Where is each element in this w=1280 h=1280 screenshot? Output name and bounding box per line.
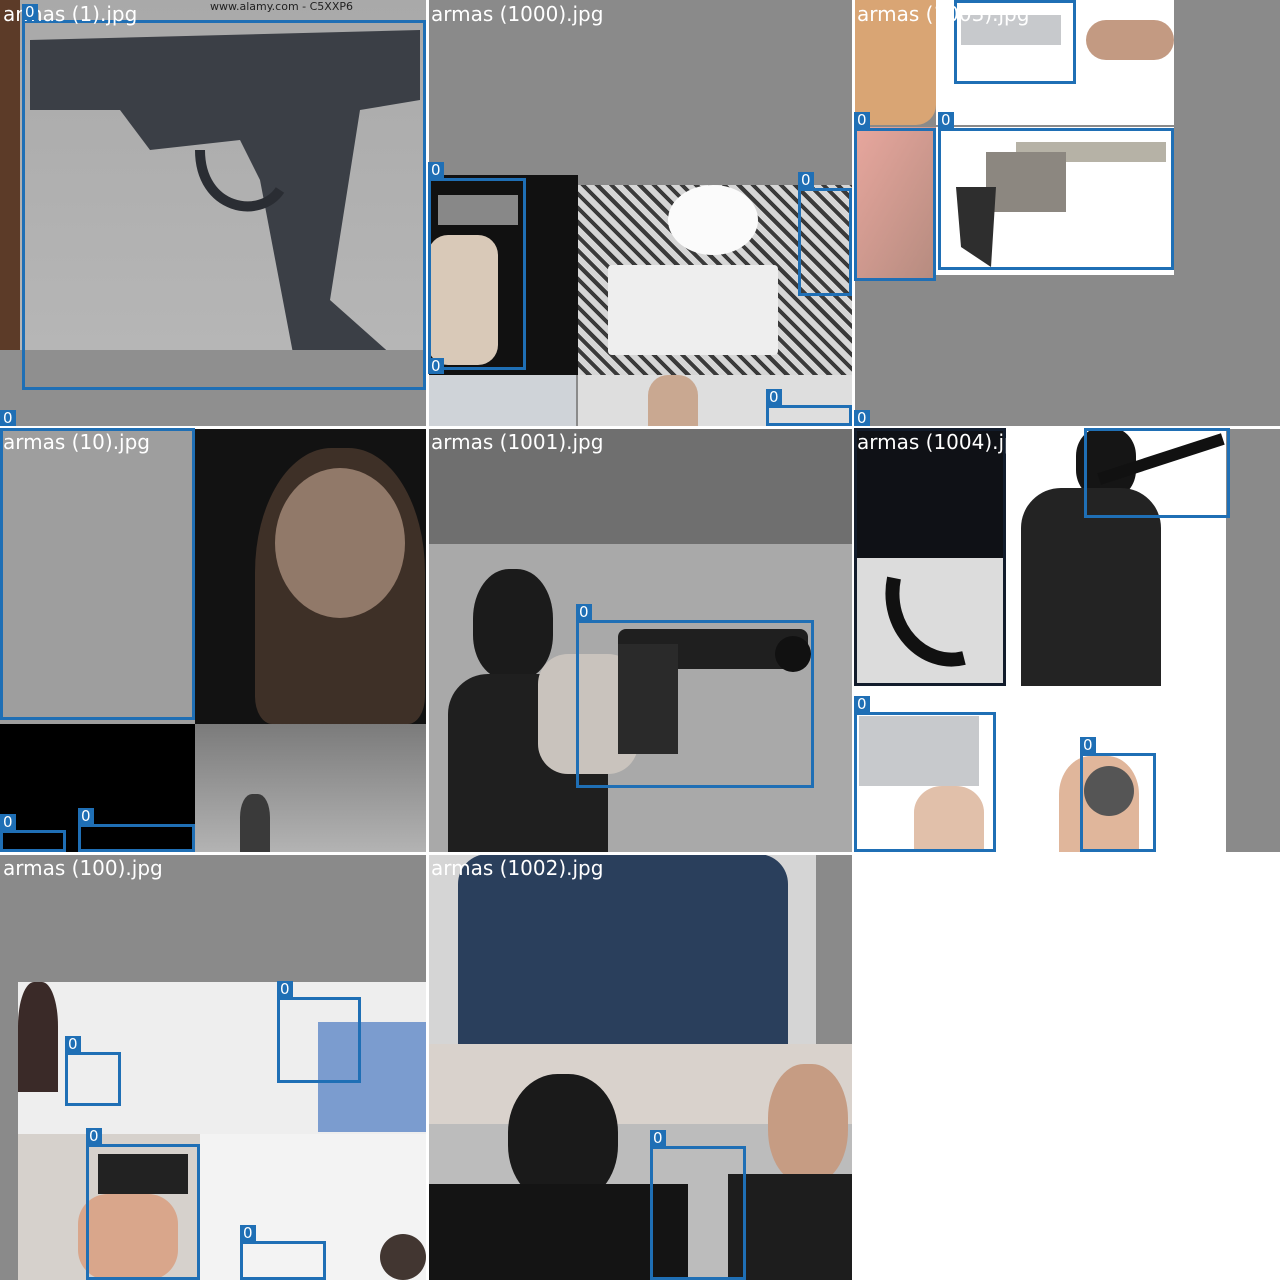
detection-box-label: 0	[65, 1036, 81, 1052]
photo-man-blue-shirt	[428, 854, 816, 1044]
tile-title: armas (1003).jpg	[857, 2, 1030, 26]
tile-title: armas (1000).jpg	[431, 2, 604, 26]
tile-title: armas (1002).jpg	[431, 856, 604, 880]
photo-bottom-left	[428, 375, 576, 426]
detection-box-label: 0	[240, 1225, 256, 1241]
detection-box-label: 0	[766, 389, 782, 405]
detection-box-label: 0	[938, 112, 954, 128]
photo-range-target	[195, 724, 426, 852]
detection-box-label: 0	[0, 410, 16, 426]
detection-box	[0, 428, 195, 720]
tile-armas-1002: armas (1002).jpg 0	[428, 854, 852, 1280]
detection-box	[854, 128, 936, 281]
detection-box	[766, 405, 852, 426]
detection-box	[798, 188, 852, 296]
empty-cell	[854, 854, 1280, 1280]
tile-title: armas (100).jpg	[3, 856, 163, 880]
tile-title: armas (10).jpg	[3, 430, 151, 454]
detection-box-label: 0	[650, 1130, 666, 1146]
watermark-text: www.alamy.com - C5XXP6	[210, 0, 354, 13]
detection-box-label: 0	[1080, 737, 1096, 753]
detection-box-label: 0	[78, 808, 94, 824]
detection-box-label: 0	[428, 162, 444, 178]
detection-box	[1080, 753, 1156, 852]
detection-box-label: 0	[854, 112, 870, 128]
detection-box	[0, 830, 66, 852]
tile-armas-1: www.alamy.com - C5XXP6 armas (1).jpg 0 0	[0, 0, 426, 426]
tile-armas-1004: armas (1004).jpg 0 0 0	[854, 428, 1280, 852]
tile-armas-1000: armas (1000).jpg 0 0 0 0	[428, 0, 852, 426]
detection-box	[65, 1052, 121, 1106]
detection-box	[854, 428, 1006, 686]
photo-two-men-street	[428, 1044, 852, 1280]
tile-armas-1003: armas (1003).jpg 0 0 0	[854, 0, 1280, 426]
detection-box	[650, 1146, 746, 1280]
detection-box-label: 0	[798, 172, 814, 188]
detection-box	[428, 178, 526, 370]
detection-box	[1084, 428, 1230, 518]
tile-armas-100: armas (100).jpg 0 0 0 0	[0, 854, 426, 1280]
detection-box-label: 0	[0, 814, 16, 830]
detection-box	[78, 824, 195, 852]
detection-box	[22, 20, 426, 390]
detection-box-label: 0	[277, 981, 293, 997]
tile-armas-1001: armas (1001).jpg 0	[428, 428, 852, 852]
detection-box	[576, 620, 814, 788]
detection-box-label: 0	[576, 604, 592, 620]
tile-title: armas (1001).jpg	[431, 430, 604, 454]
photo-woman-portrait	[195, 428, 426, 724]
detection-box	[938, 128, 1174, 270]
detection-box	[854, 712, 996, 852]
tile-armas-10: armas (10).jpg 0 0	[0, 428, 426, 852]
detection-box-label: 0	[22, 4, 38, 20]
detection-box	[240, 1241, 326, 1280]
detection-box-label: 0	[86, 1128, 102, 1144]
tile-title: armas (1004).jpg	[857, 430, 1030, 454]
photo-pad-strip	[1226, 686, 1280, 852]
detection-box	[86, 1144, 200, 1280]
batch-mosaic: www.alamy.com - C5XXP6 armas (1).jpg 0 0…	[0, 0, 1280, 1280]
grid-divider	[0, 852, 1280, 855]
detection-box-label: 0	[428, 358, 444, 374]
detection-box-label: 0	[854, 696, 870, 712]
detection-box	[277, 997, 361, 1083]
detection-box-label: 0	[854, 410, 870, 426]
